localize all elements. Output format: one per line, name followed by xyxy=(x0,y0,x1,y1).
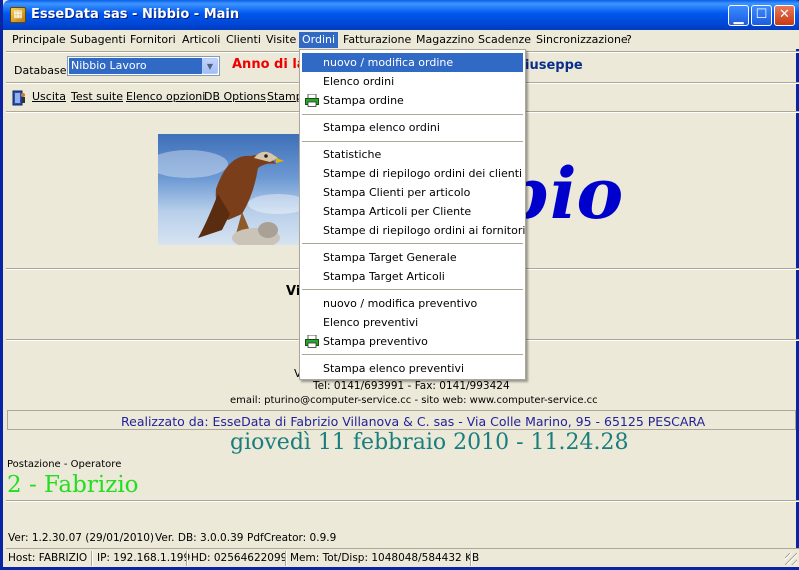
menu-bar: Principale Subagenti Fornitori Articoli … xyxy=(6,30,799,49)
menu-item-general-target[interactable]: Stampa Target Generale xyxy=(302,248,523,267)
contact-email-web: email: pturino@computer-service.cc - sit… xyxy=(230,395,598,406)
menu-item-statistics[interactable]: Statistiche xyxy=(302,145,523,164)
menu-clienti[interactable]: Clienti xyxy=(223,32,264,48)
menu-item-articles-per-client[interactable]: Stampa Articoli per Cliente xyxy=(302,202,523,221)
menu-articoli[interactable]: Articoli xyxy=(179,32,223,48)
ordini-dropdown-menu: nuovo / modifica ordine Elenco ordini St… xyxy=(299,49,526,380)
app-version: Ver: 1.2.30.07 (29/01/2010) xyxy=(8,532,154,544)
menu-subagenti[interactable]: Subagenti xyxy=(67,32,129,48)
chevron-down-icon[interactable]: ▼ xyxy=(202,58,218,74)
window-title: EsseData sas - Nibbio - Main xyxy=(31,7,240,22)
menu-item-label: Elenco preventivi xyxy=(323,316,419,329)
menu-item-label: Stampa Clienti per articolo xyxy=(323,186,471,199)
app-icon[interactable]: ▦ xyxy=(10,7,26,23)
menu-fornitori[interactable]: Fornitori xyxy=(127,32,179,48)
workstation-operator-label: Postazione - Operatore xyxy=(7,459,122,470)
database-selected-value: Nibbio Lavoro xyxy=(69,58,202,74)
menu-item-label: nuovo / modifica preventivo xyxy=(323,297,478,310)
toolbar-test-suite-button[interactable]: Test suite xyxy=(71,90,123,103)
menu-item-label: Stampe di riepilogo ordini dei clienti xyxy=(323,167,523,180)
menu-item-label: Stampa ordine xyxy=(323,94,404,107)
menu-item-order-list[interactable]: Elenco ordini xyxy=(302,72,523,91)
bird-icon xyxy=(158,150,304,245)
menu-item-label: Stampa Target Generale xyxy=(323,251,457,264)
menu-principale[interactable]: Principale xyxy=(9,32,69,48)
menu-item-label: Stampa Articoli per Cliente xyxy=(323,205,472,218)
status-divider xyxy=(186,551,188,566)
status-divider xyxy=(91,551,93,566)
menu-help[interactable]: ? xyxy=(623,32,635,48)
status-ip: IP: 192.168.1.199 xyxy=(97,552,191,564)
menu-ordini[interactable]: Ordini xyxy=(299,32,339,48)
close-icon: ✕ xyxy=(779,7,790,22)
menu-separator xyxy=(302,354,523,355)
credits-box: Realizzato da: EsseData di Fabrizio Vill… xyxy=(7,410,796,430)
status-host: Host: FABRIZIO xyxy=(8,552,88,564)
menu-item-client-order-summary[interactable]: Stampe di riepilogo ordini dei clienti xyxy=(302,164,523,183)
close-button[interactable]: ✕ xyxy=(774,5,795,26)
menu-item-label: Statistiche xyxy=(323,148,382,161)
contact-phone-fax: Tel: 0141/693991 - Fax: 0141/993424 xyxy=(313,380,510,392)
menu-item-label: Stampa elenco ordini xyxy=(323,121,440,134)
footer-separator xyxy=(6,500,799,502)
menu-item-print-quote-list[interactable]: Stampa elenco preventivi xyxy=(302,359,523,378)
main-window: ▦ EsseData sas - Nibbio - Main ▁ ☐ ✕ Pri… xyxy=(0,0,799,570)
menu-separator xyxy=(302,114,523,115)
menu-fatturazione[interactable]: Fatturazione xyxy=(340,32,414,48)
status-divider xyxy=(470,551,472,566)
toolbar-print-button[interactable]: Stamp xyxy=(267,90,303,103)
menu-separator xyxy=(302,243,523,244)
menu-sincronizzazione[interactable]: Sincronizzazione xyxy=(533,32,631,48)
menu-item-label: Elenco ordini xyxy=(323,75,395,88)
menu-item-label: nuovo / modifica ordine xyxy=(323,56,454,69)
menu-item-supplier-order-summary[interactable]: Stampe di riepilogo ordini ai fornitori xyxy=(302,221,526,240)
menu-item-label: Stampa elenco preventivi xyxy=(323,362,465,375)
status-divider xyxy=(285,551,287,566)
menu-separator xyxy=(302,141,523,142)
menu-item-label: Stampe di riepilogo ordini ai fornitori xyxy=(323,224,526,237)
database-label: Database: xyxy=(14,64,71,77)
maximize-icon: ☐ xyxy=(755,7,768,22)
toolbar-options-list-button[interactable]: Elenco opzioni xyxy=(126,90,205,103)
kite-bird-photo xyxy=(158,134,304,245)
menu-scadenze[interactable]: Scadenze xyxy=(475,32,534,48)
database-select[interactable]: Nibbio Lavoro ▼ xyxy=(67,56,220,76)
user-name-label: iuseppe xyxy=(525,58,583,73)
menu-separator xyxy=(302,289,523,290)
toolbar-db-options-button[interactable]: DB Options xyxy=(204,90,266,103)
resize-grip-icon[interactable] xyxy=(785,553,797,565)
menu-item-new-edit-quote[interactable]: nuovo / modifica preventivo xyxy=(302,294,523,313)
current-datetime: giovedì 11 febbraio 2010 - 11.24.28 xyxy=(230,430,629,455)
db-version: Ver. DB: 3.0.0.39 xyxy=(155,532,244,544)
menu-item-print-order[interactable]: Stampa ordine xyxy=(302,91,523,110)
title-bar[interactable]: ▦ EsseData sas - Nibbio - Main ▁ ☐ ✕ xyxy=(3,0,799,30)
maximize-button[interactable]: ☐ xyxy=(751,5,772,26)
pdfcreator-version: PdfCreator: 0.9.9 xyxy=(247,532,337,544)
year-label: Anno di la xyxy=(232,57,300,72)
menu-item-label: Stampa Target Articoli xyxy=(323,270,445,283)
workstation-operator-value: 2 - Fabrizio xyxy=(7,472,139,498)
status-memory: Mem: Tot/Disp: 1048048/584432 KB xyxy=(290,552,480,564)
menu-item-print-quote[interactable]: Stampa preventivo xyxy=(302,332,523,351)
printer-icon xyxy=(305,94,319,107)
toolbar-exit-button[interactable]: Uscita xyxy=(32,90,66,103)
menu-item-clients-per-article[interactable]: Stampa Clienti per articolo xyxy=(302,183,523,202)
menu-magazzino[interactable]: Magazzino xyxy=(413,32,477,48)
menu-item-label: Stampa preventivo xyxy=(323,335,428,348)
minimize-icon: ▁ xyxy=(733,10,744,25)
status-bar: Host: FABRIZIO IP: 192.168.1.199 HD: 025… xyxy=(6,548,799,567)
menu-item-print-order-list[interactable]: Stampa elenco ordini xyxy=(302,118,523,137)
menu-item-new-edit-order[interactable]: nuovo / modifica ordine xyxy=(302,53,523,72)
menu-visite[interactable]: Visite xyxy=(263,32,299,48)
status-hd: HD: 02564622099 xyxy=(191,552,288,564)
minimize-button[interactable]: ▁ xyxy=(728,5,749,26)
menu-item-quote-list[interactable]: Elenco preventivi xyxy=(302,313,523,332)
printer-icon xyxy=(305,335,319,348)
credits-text: Realizzato da: EsseData di Fabrizio Vill… xyxy=(121,414,706,429)
menu-item-article-target[interactable]: Stampa Target Articoli xyxy=(302,267,523,286)
